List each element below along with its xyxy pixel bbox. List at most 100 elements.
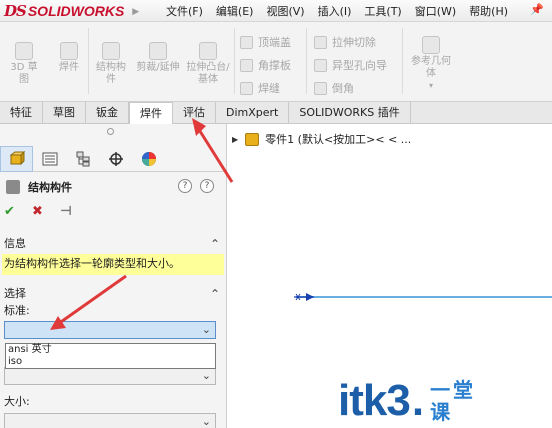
ribbon-separator <box>234 28 235 94</box>
info-group: 信息 ⌃ 为结构构件选择一轮廓类型和大小。 <box>2 234 224 275</box>
sketch-line[interactable] <box>296 296 552 298</box>
info-header-label: 信息 <box>4 237 26 250</box>
3d-sketch-icon <box>15 42 33 60</box>
display-manager-icon[interactable] <box>132 146 165 172</box>
keep-visible-pin-icon[interactable]: ⊣ <box>60 204 76 219</box>
structural-member-button[interactable]: 结构构件 <box>92 42 130 86</box>
end-cap-button[interactable]: 顶端盖 <box>240 34 291 50</box>
sketch-origin-icon <box>294 293 314 301</box>
size-label: 大小: <box>4 395 30 408</box>
option-iso[interactable]: iso <box>6 356 215 368</box>
chevron-down-icon: ▾ <box>428 81 433 90</box>
end-cap-icon <box>240 35 253 49</box>
weldment-label: 焊件 <box>59 62 79 73</box>
chamfer-icon <box>314 81 327 95</box>
dimxpert-manager-icon[interactable] <box>99 146 132 172</box>
ok-check-icon[interactable]: ✔ <box>4 204 20 219</box>
watermark-dot: . <box>411 376 425 425</box>
menu-window[interactable]: 窗口(W) <box>415 3 456 19</box>
standard-dropdown-list: ansi 英寸 iso <box>5 343 216 369</box>
property-manager-title: 结构构件 <box>6 179 72 195</box>
end-cap-label: 顶端盖 <box>258 36 291 49</box>
weld-bead-button[interactable]: 焊缝 <box>240 80 280 96</box>
standard-label: 标准: <box>4 304 30 317</box>
panel-grip-handle[interactable] <box>107 128 114 135</box>
menu-file[interactable]: 文件(F) <box>166 3 203 19</box>
extruded-cut-button[interactable]: 拉伸切除 <box>314 34 376 50</box>
brand-name: SOLIDWORKS <box>27 3 125 19</box>
menu-help[interactable]: 帮助(H) <box>469 3 508 19</box>
extruded-boss-button[interactable]: 拉伸凸台/基体 <box>186 42 230 86</box>
tab-evaluate[interactable]: 评估 <box>173 102 216 124</box>
menu-insert[interactable]: 插入(I) <box>318 3 352 19</box>
3d-sketch-button[interactable]: 3D 草图 <box>6 42 42 86</box>
reference-geometry-button[interactable]: 参考几何体 ▾ <box>408 36 454 92</box>
feature-tree-root[interactable]: ▶ 零件1 (默认<按加工>< < ... <box>232 131 411 147</box>
trim-extend-button[interactable]: 剪裁/延伸 <box>136 42 180 74</box>
site-watermark: itk3 . 一堂 课 <box>338 376 476 426</box>
panel-tabs <box>0 146 227 172</box>
chamfer-button[interactable]: 倒角 <box>314 80 354 96</box>
gusset-label: 角撑板 <box>258 59 291 72</box>
structural-member-label: 结构构件 <box>96 62 126 85</box>
size-select[interactable]: ⌄ <box>4 413 216 428</box>
part-icon <box>245 132 260 146</box>
trim-extend-icon <box>149 42 167 60</box>
weldment-icon <box>60 42 78 60</box>
ribbon-separator <box>306 28 307 94</box>
extruded-boss-icon <box>199 42 217 60</box>
solidworks-window: DS SOLIDWORKS ▶ 文件(F) 编辑(E) 视图(V) 插入(I) … <box>0 0 552 428</box>
menu-bar: 文件(F) 编辑(E) 视图(V) 插入(I) 工具(T) 窗口(W) 帮助(H… <box>166 3 521 19</box>
cancel-x-icon[interactable]: ✖ <box>32 204 48 219</box>
configuration-manager-icon[interactable] <box>66 146 99 172</box>
type-select[interactable]: ⌄ <box>4 367 216 385</box>
info-group-header[interactable]: 信息 ⌃ <box>2 234 224 254</box>
gusset-button[interactable]: 角撑板 <box>240 57 291 73</box>
weldment-button[interactable]: 焊件 <box>54 42 84 74</box>
weld-bead-icon <box>240 81 253 95</box>
menu-edit[interactable]: 编辑(E) <box>216 3 254 19</box>
watermark-cn-top: 一堂 <box>430 378 477 402</box>
panel-tab-spacer <box>165 146 227 171</box>
hole-wizard-label: 异型孔向导 <box>332 59 387 72</box>
menu-tools[interactable]: 工具(T) <box>364 3 401 19</box>
chevron-down-icon[interactable]: ⌄ <box>202 369 211 382</box>
extruded-cut-label: 拉伸切除 <box>332 36 376 49</box>
feature-manager-icon[interactable] <box>0 146 33 172</box>
pin-icon[interactable]: 📌 <box>530 3 544 16</box>
extruded-cut-icon <box>314 35 327 49</box>
chevron-up-icon[interactable]: ⌃ <box>210 284 220 304</box>
chevron-down-icon[interactable]: ⌄ <box>202 323 211 336</box>
chevron-up-icon[interactable]: ⌃ <box>210 234 220 254</box>
expand-arrow-icon[interactable]: ▶ <box>232 135 238 144</box>
tab-sheet-metal[interactable]: 钣金 <box>86 102 129 124</box>
extruded-boss-label: 拉伸凸台/基体 <box>186 62 230 85</box>
standard-select[interactable]: ⌄ <box>4 321 216 339</box>
tab-sketch[interactable]: 草图 <box>43 102 86 124</box>
tab-dimxpert[interactable]: DimXpert <box>216 102 290 124</box>
ribbon-separator <box>402 28 403 94</box>
menu-view[interactable]: 视图(V) <box>266 3 304 19</box>
hole-wizard-icon <box>314 58 327 72</box>
structural-member-icon <box>6 180 20 194</box>
panel-title: 结构构件 <box>28 181 72 194</box>
property-manager-icon[interactable] <box>33 146 66 172</box>
watermark-cn-bottom: 课 <box>430 400 454 424</box>
selection-group-header[interactable]: 选择 ⌃ <box>2 284 224 304</box>
chevron-down-icon[interactable]: ⌄ <box>202 415 211 428</box>
option-ansi-inch[interactable]: ansi 英寸 <box>6 344 215 356</box>
3d-sketch-label: 3D 草图 <box>10 62 38 85</box>
reference-geometry-label: 参考几何体 <box>411 56 451 79</box>
tab-features[interactable]: 特征 <box>0 102 43 124</box>
tab-solidworks-addins[interactable]: SOLIDWORKS 插件 <box>289 102 411 124</box>
weld-bead-label: 焊缝 <box>258 82 280 95</box>
detailed-help-icon[interactable]: ? <box>200 179 214 193</box>
command-manager-ribbon: 3D 草图 焊件 结构构件 剪裁/延伸 拉伸凸台/基体 顶端盖 角撑板 焊缝 拉… <box>0 22 552 102</box>
ds-logo-mark: DS <box>4 2 27 20</box>
trim-extend-label: 剪裁/延伸 <box>136 62 180 73</box>
chevron-right-icon[interactable]: ▶ <box>132 7 139 17</box>
help-icon[interactable]: ? <box>178 179 192 193</box>
tab-weldments[interactable]: 焊件 <box>129 102 173 125</box>
reference-geometry-icon <box>422 36 440 54</box>
hole-wizard-button[interactable]: 异型孔向导 <box>314 57 387 73</box>
